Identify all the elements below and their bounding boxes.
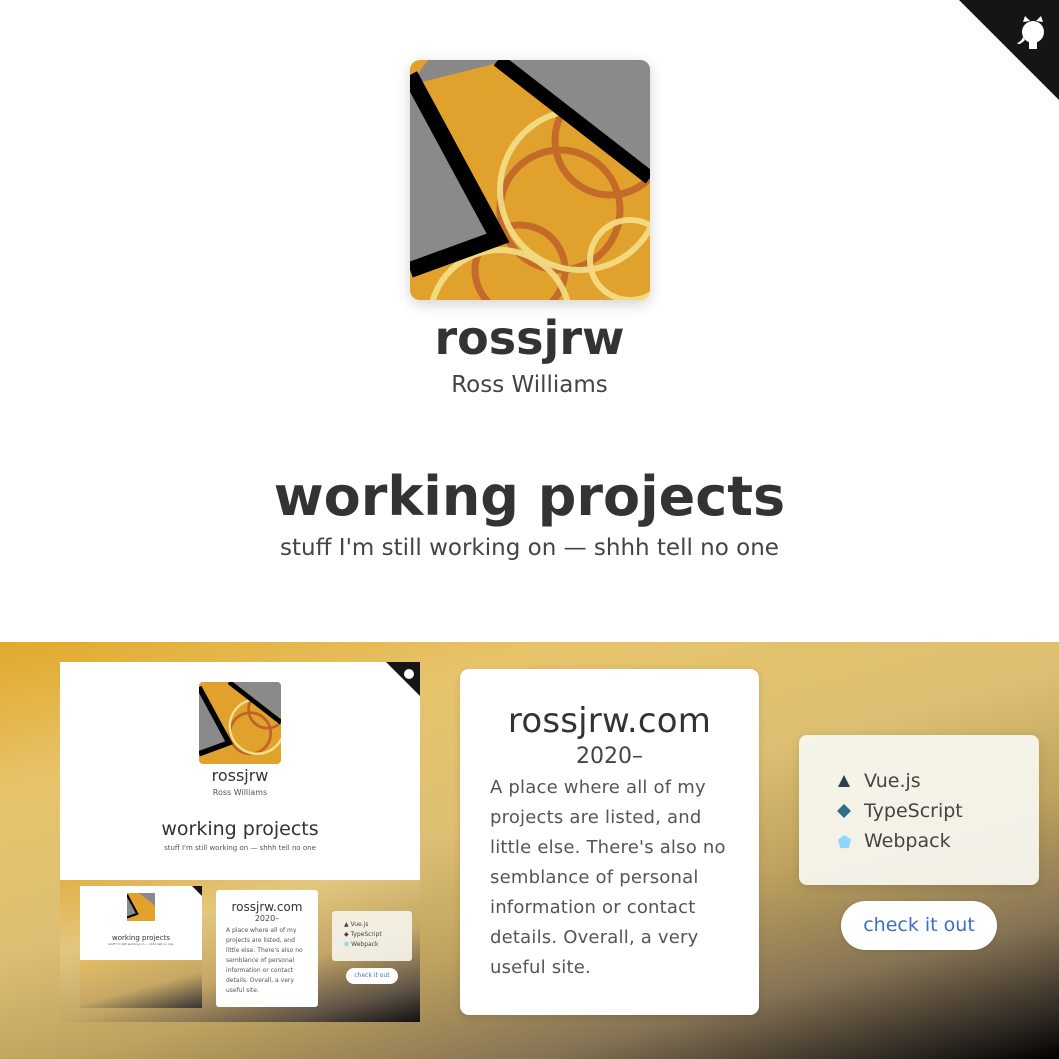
preview-avatar (199, 682, 281, 764)
preview-card-title: rossjrw.com (231, 900, 303, 914)
tech-list: Vue.js TypeScript Webpack (799, 735, 1039, 885)
avatar (410, 60, 650, 300)
preview-card-description: A place where all of my projects are lis… (226, 927, 303, 994)
github-corner-link[interactable] (959, 0, 1059, 100)
section-title: working projects (273, 465, 786, 528)
tech-item-typescript: TypeScript (835, 796, 1039, 826)
profile-name: Ross Williams (451, 372, 608, 398)
triangle-icon (835, 772, 853, 790)
preview-handle: rossjrw (211, 766, 269, 785)
check-it-out-button[interactable]: check it out (841, 901, 997, 950)
diamond-icon (835, 802, 853, 820)
preview-mini-title: working projects (112, 934, 170, 942)
tech-label: Webpack (864, 830, 951, 852)
tech-label: Vue.js (864, 770, 921, 792)
pentagon-icon (835, 832, 853, 850)
tech-label: TypeScript (864, 800, 963, 822)
preview-project-card: rossjrw.com 2020– A place where all of m… (216, 890, 318, 1007)
preview-tech-item: ⬟ Webpack (344, 941, 379, 948)
preview-tech-item: ▲ Vue.js (344, 921, 369, 928)
profile-handle: rossjrw (434, 311, 625, 365)
project-years: 2020– (576, 744, 643, 769)
github-corner-icon (386, 662, 420, 696)
preview-tech-item: ◆ TypeScript (344, 931, 382, 938)
project-title: rossjrw.com (507, 701, 712, 741)
preview-section-subtitle: stuff I'm still working on — shhh tell n… (164, 844, 316, 852)
preview-tech-list: ▲ Vue.js ◆ TypeScript ⬟ Webpack (332, 911, 412, 961)
preview-cta-button: check it out (346, 968, 398, 984)
preview-name: Ross Williams (212, 788, 268, 797)
project-description: A place where all of my projects are lis… (490, 777, 726, 978)
preview-card-years: 2020– (254, 914, 280, 923)
preview-mini-subtitle: stuff I'm still working on — shhh tell n… (108, 942, 174, 946)
preview-section-title: working projects (161, 818, 319, 840)
preview-mini-band (80, 960, 202, 1008)
section-subtitle: stuff I'm still working on — shhh tell n… (280, 535, 779, 561)
preview-mini-screenshot: working projects stuff I'm still working… (80, 886, 202, 1008)
tech-item-webpack: Webpack (835, 826, 1039, 856)
tech-item-vue: Vue.js (835, 766, 1039, 796)
preview-mini-corner-icon (192, 886, 202, 896)
project-card: rossjrw.com 2020– A place where all of m… (460, 669, 759, 1015)
preview-mini-avatar (127, 893, 155, 921)
project-screenshot: rossjrw Ross Williams working projects s… (60, 662, 420, 1022)
